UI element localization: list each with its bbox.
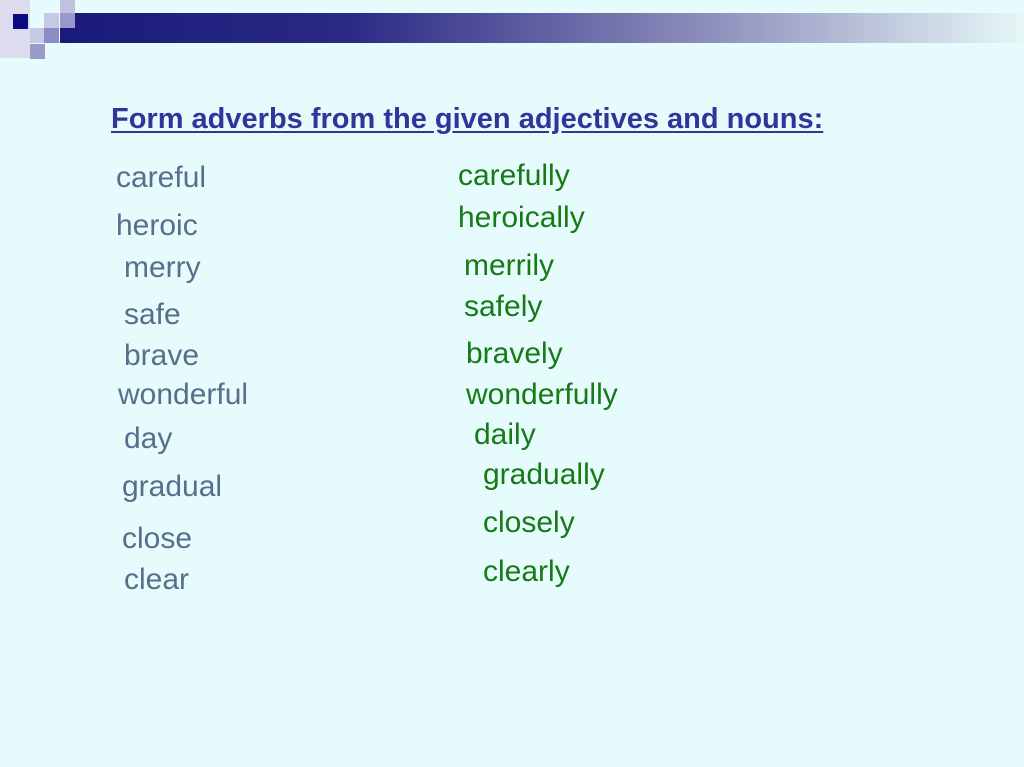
adverb-word: gradually — [483, 458, 605, 491]
adverb-word: closely — [483, 506, 575, 539]
adjective-word: close — [122, 522, 193, 555]
adjective-word: brave — [124, 339, 200, 372]
adverb-word: daily — [474, 418, 536, 451]
adjective-word: merry — [124, 251, 201, 284]
header-bar — [60, 13, 1024, 43]
decor-square — [60, 13, 75, 28]
decor-square — [13, 14, 28, 29]
adverb-word: merrily — [464, 249, 554, 282]
adverb-word: clearly — [483, 555, 570, 588]
adverb-word: bravely — [466, 337, 563, 370]
adverb-word: heroically — [458, 201, 585, 234]
adverb-word: safely — [464, 290, 543, 323]
adjective-word: safe — [124, 298, 181, 331]
noun-word: day — [124, 422, 173, 455]
decor-square — [44, 13, 59, 28]
adverb-word: wonderfully — [466, 378, 618, 411]
adjective-word: careful — [116, 161, 207, 194]
slide-title: Form adverbs from the given adjectives a… — [111, 103, 824, 135]
adverb-word: carefully — [458, 159, 570, 192]
adjective-word: clear — [124, 563, 190, 596]
decor-square — [44, 28, 59, 43]
adjective-word: wonderful — [118, 378, 249, 411]
adjective-word: heroic — [116, 209, 198, 242]
decor-square — [30, 28, 45, 43]
decor-square — [0, 0, 30, 58]
adjective-word: gradual — [122, 470, 223, 503]
decor-square — [30, 44, 45, 59]
